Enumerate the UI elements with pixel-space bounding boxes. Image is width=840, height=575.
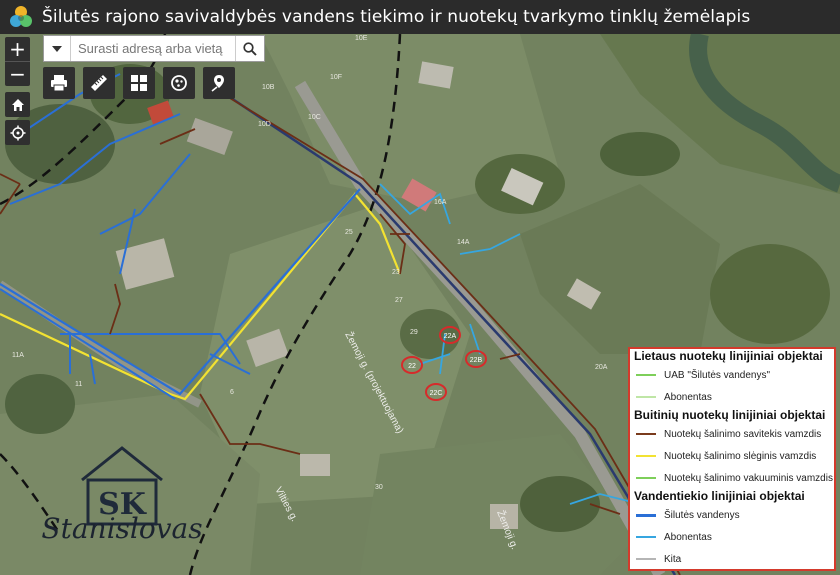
legend-item-label: Šilutės vandenys [664, 509, 740, 521]
legend-item-label: Nuotekų šalinimo savitekis vamzdis [664, 428, 822, 440]
search-icon [243, 41, 257, 56]
legend-item: Kita [630, 548, 834, 569]
zoom-in-button[interactable]: + [5, 37, 30, 61]
parcel-label: 11 [75, 381, 82, 388]
legend-line-swatch [636, 513, 656, 517]
legend-section-title: Lietaus nuotekų linijiniai objektai [634, 349, 823, 363]
page-title: Šilutės rajono savivaldybės vandens tiek… [42, 7, 751, 27]
home-icon [11, 98, 24, 111]
parcel-label: 10B [262, 84, 275, 91]
measure-button[interactable] [83, 67, 115, 99]
zoom-out-button[interactable]: − [5, 61, 30, 86]
search-source-dropdown[interactable] [44, 36, 71, 61]
crosshair-icon [10, 125, 25, 140]
legend-item: Nuotekų šalinimo vakuuminis vamzdis [630, 467, 834, 489]
legend-line-swatch [636, 374, 656, 376]
parcel-label: 10D [258, 121, 271, 128]
parcel-label: 10F [330, 74, 342, 81]
parcel-label: 25 [345, 229, 353, 236]
plot-label: 22B [470, 357, 483, 364]
parcel-label: 27 [395, 297, 403, 304]
plot-label: 22A [444, 333, 457, 340]
parcel-label: 20A [595, 364, 608, 371]
legend-item-label: Abonentas [664, 391, 712, 403]
address-search [43, 35, 265, 62]
legend-section-title: Vandentiekio linijiniai objektai [634, 489, 805, 503]
printer-icon [51, 75, 67, 92]
parcel-label: 16A [434, 199, 447, 206]
legend-item-label: Abonentas [664, 531, 712, 543]
parcel-label: 6 [230, 389, 234, 396]
legend-item: Abonentas [630, 386, 834, 408]
parcel-label: 23 [392, 269, 400, 276]
legend-item-label: UAB "Šilutės vandenys" [664, 369, 771, 381]
legend-item-label: Nuotekų šalinimo slėginis vamzdis [664, 450, 817, 462]
map-toolbar [43, 67, 235, 99]
parcel-label: 29 [410, 329, 418, 336]
parcel-label: 14A [457, 239, 470, 246]
layers-button[interactable] [163, 67, 195, 99]
parcel-label: 10C [308, 114, 321, 121]
print-button[interactable] [43, 67, 75, 99]
plot-label: 22C [430, 390, 443, 397]
watermark-name: Stanislovas [41, 512, 202, 545]
plot-label: 22 [408, 363, 416, 370]
legend-item: Nuotekų šalinimo savitekis vamzdis [630, 423, 834, 445]
legend-line-swatch [636, 477, 656, 479]
parcel-label: 11A [12, 352, 24, 359]
app-logo-icon [10, 6, 32, 27]
legend-line-swatch [636, 396, 656, 398]
legend-item-label: Nuotekų šalinimo vakuuminis vamzdis [664, 472, 833, 484]
legend-line-swatch [636, 455, 656, 457]
legend-item: Nuotekų šalinimo slėginis vamzdis [630, 445, 834, 467]
legend-item: Šilutės vandenys [630, 504, 834, 526]
legend-item: Abonentas [630, 526, 834, 548]
locate-pin-icon [211, 75, 224, 92]
home-button[interactable] [5, 92, 30, 117]
layers-icon [171, 75, 187, 91]
chevron-down-icon [52, 45, 62, 52]
zoom-control: + − [5, 37, 30, 86]
watermark-logo: SK Stanislovas [41, 446, 203, 545]
measure-icon [91, 75, 107, 91]
legend-line-swatch [636, 433, 656, 435]
parcel-label: 10E [355, 35, 368, 42]
basemap-gallery-button[interactable] [123, 67, 155, 99]
search-button[interactable] [235, 36, 264, 61]
search-input[interactable] [71, 36, 235, 61]
app-header: Šilutės rajono savivaldybės vandens tiek… [0, 0, 840, 34]
parcel-label: 30 [375, 484, 383, 491]
legend-item-label: Kita [664, 553, 682, 565]
legend-section-title: Buitinių nuotekų linijiniai objektai [634, 408, 826, 422]
legend-line-swatch [636, 536, 656, 538]
map-legend: Lietaus nuotekų linijiniai objektai UAB … [628, 347, 836, 571]
locate-pin-button[interactable] [203, 67, 235, 99]
legend-item: UAB "Šilutės vandenys" [630, 364, 834, 386]
my-location-button[interactable] [5, 120, 30, 145]
legend-line-swatch [636, 558, 656, 560]
basemap-gallery-icon [131, 75, 147, 91]
